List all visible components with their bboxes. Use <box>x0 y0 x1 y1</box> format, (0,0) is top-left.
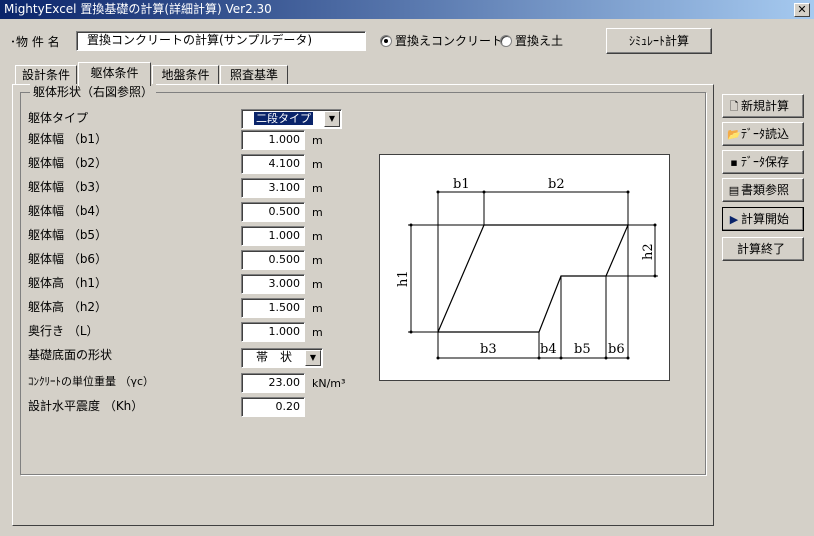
chevron-down-icon[interactable]: ▼ <box>324 111 340 127</box>
radio-soil-label[interactable]: 置換え土 <box>515 33 563 49</box>
close-button[interactable]: ✕ <box>794 3 810 17</box>
field-label: 躯体幅 （b6） <box>28 252 108 266</box>
kh-label: 設計水平震度 （Kh） <box>28 399 144 413</box>
start-calc-button[interactable]: ▶ 計算開始 <box>722 207 804 231</box>
field-unit: m <box>312 182 323 195</box>
property-name-input[interactable]: 置換コンクリートの計算(サンプルデータ) <box>76 31 366 51</box>
unit-weight-label: ｺﾝｸﾘｰﾄの単位重量 （γc） <box>28 375 155 388</box>
field-label: 躯体幅 （b5） <box>28 228 108 242</box>
field-input[interactable]: 1.000 <box>241 322 305 342</box>
body-type-select[interactable]: 二段タイプ ▼ <box>241 109 342 129</box>
exit-label: 計算終了 <box>737 242 786 256</box>
field-label: 奥行き （L） <box>28 324 99 338</box>
start-calc-label: 計算開始 <box>741 212 790 226</box>
window-titlebar: MightyExcel 置換基礎の計算(詳細計算) Ver2.30 <box>0 0 814 19</box>
field-input[interactable]: 3.100 <box>241 178 305 198</box>
diagram-svg: b1 b2 b3 b4 b5 b6 h1 h2 <box>396 177 658 360</box>
field-label: 躯体幅 （b2） <box>28 156 108 170</box>
label-h1: h1 <box>396 270 411 287</box>
new-document-icon: 🗋 <box>729 100 739 113</box>
field-unit: m <box>312 134 323 147</box>
exit-button[interactable]: 計算終了 <box>722 237 804 261</box>
field-unit: m <box>312 230 323 243</box>
field-label: 躯体幅 （b3） <box>28 180 108 194</box>
label-b3: b3 <box>480 342 497 357</box>
simulate-button[interactable]: ｼﾐｭﾚｰﾄ計算 <box>606 28 712 54</box>
field-unit: m <box>312 326 323 339</box>
chevron-down-icon[interactable]: ▼ <box>305 350 321 366</box>
field-unit: m <box>312 206 323 219</box>
field-label: 躯体高 （h2） <box>28 300 108 314</box>
field-input[interactable]: 1.000 <box>241 226 305 246</box>
unit-weight-input[interactable]: 23.00 <box>241 373 305 393</box>
floppy-disk-icon: ▪ <box>730 156 738 169</box>
property-name-label: ･物 件 名 <box>10 35 60 49</box>
close-icon: ✕ <box>797 3 807 16</box>
field-input[interactable]: 1.500 <box>241 298 305 318</box>
save-data-label: ﾃﾞｰﾀ保存 <box>741 155 790 169</box>
base-shape-value: 帯 状 <box>256 350 293 364</box>
diagram-labels: b1 b2 b3 b4 b5 b6 h1 h2 <box>396 177 656 357</box>
field-input[interactable]: 4.100 <box>241 154 305 174</box>
diagram-dots <box>409 190 657 360</box>
label-b4: b4 <box>540 342 557 357</box>
body-type-label: 躯体タイプ <box>28 111 89 125</box>
tab-body-conditions[interactable]: 躯体条件 <box>78 62 151 86</box>
body-shape-legend: 躯体形状（右図参照） <box>30 84 157 100</box>
field-label: 躯体幅 （b4） <box>28 204 108 218</box>
field-unit: m <box>312 278 323 291</box>
body-outline <box>437 224 629 333</box>
open-folder-icon: 📂 <box>727 128 741 141</box>
label-b1: b1 <box>453 177 470 192</box>
label-h2: h2 <box>641 243 656 260</box>
diagram-lines <box>408 191 658 359</box>
play-arrow-icon: ▶ <box>729 213 739 226</box>
radio-concrete[interactable] <box>380 35 392 47</box>
field-input[interactable]: 3.000 <box>241 274 305 294</box>
body-shape-diagram: b1 b2 b3 b4 b5 b6 h1 h2 <box>379 154 670 381</box>
field-input[interactable]: 1.000 <box>241 130 305 150</box>
docs-label: 書類参照 <box>741 183 790 197</box>
label-b6: b6 <box>608 342 625 357</box>
field-unit: m <box>312 254 323 267</box>
radio-concrete-label[interactable]: 置換えコンクリート <box>395 33 503 49</box>
kh-input[interactable]: 0.20 <box>241 397 305 417</box>
tab-ground-conditions[interactable]: 地盤条件 <box>152 65 219 85</box>
document-list-icon: ▤ <box>728 184 740 197</box>
base-shape-select[interactable]: 帯 状 ▼ <box>241 348 323 368</box>
save-data-button[interactable]: ▪ ﾃﾞｰﾀ保存 <box>722 150 804 174</box>
field-input[interactable]: 0.500 <box>241 202 305 222</box>
label-b5: b5 <box>574 342 591 357</box>
field-input[interactable]: 0.500 <box>241 250 305 270</box>
field-unit: m <box>312 302 323 315</box>
field-label: 躯体高 （h1） <box>28 276 108 290</box>
unit-weight-unit: kN/m³ <box>312 377 346 390</box>
load-data-label: ﾃﾞｰﾀ読込 <box>741 127 790 141</box>
tab-design-conditions[interactable]: 設計条件 <box>15 65 77 85</box>
base-shape-label: 基礎底面の形状 <box>28 348 113 362</box>
tab-check-criteria[interactable]: 照査基準 <box>220 65 288 85</box>
new-calc-label: 新規計算 <box>741 99 790 113</box>
label-b2: b2 <box>548 177 565 192</box>
radio-soil[interactable] <box>500 35 512 47</box>
load-data-button[interactable]: 📂ﾃﾞｰﾀ読込 <box>722 122 804 146</box>
new-calc-button[interactable]: 🗋 新規計算 <box>722 94 804 118</box>
docs-button[interactable]: ▤ 書類参照 <box>722 178 804 202</box>
field-unit: m <box>312 158 323 171</box>
field-label: 躯体幅 （b1） <box>28 132 108 146</box>
body-type-value: 二段タイプ <box>254 112 313 125</box>
window-title: MightyExcel 置換基礎の計算(詳細計算) Ver2.30 <box>4 2 272 16</box>
